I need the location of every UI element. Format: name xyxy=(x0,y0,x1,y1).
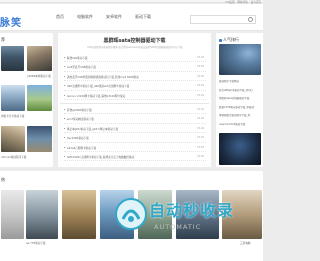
popular-item[interactable]: 联想x370网卡驱动下载_本驱动 xyxy=(219,105,263,114)
divider xyxy=(60,103,209,104)
popular-list: 驱动程序下载网站 新力a88gmp驱动下载_(中文) 黑群晖sata控制器驱动下… xyxy=(219,79,263,130)
list-item-date: 05-06 xyxy=(197,117,204,121)
flame-icon xyxy=(219,38,222,42)
bullet-icon xyxy=(64,85,65,87)
article-panel: 黑群晖sata控制器驱动下载 PCI标准管理卡驱动程序版本:适合所有window… xyxy=(58,33,211,167)
watermark-text: 自动秒收录 xyxy=(149,201,235,220)
popular-title: 人气排行 xyxy=(219,37,239,43)
popular-item[interactable]: inspiron1525驱动下载 xyxy=(219,122,263,131)
list-item[interactable]: sio6型蓝牙USB驱动下载 05-06 xyxy=(64,62,206,72)
popular-bottom-image[interactable] xyxy=(219,133,261,165)
list-item[interactable]: 笔记本gt5x驱动下载_g63-5笔记本驱动下载 05-06 xyxy=(64,124,206,134)
nav-pc-software[interactable]: 电脑软件 xyxy=(77,14,93,20)
watermark: 自动秒收录 AUTOMATIC xyxy=(114,193,263,240)
search-input[interactable] xyxy=(190,15,256,24)
main-nav: 首页 电脑软件 安卓软件 驱动下载 xyxy=(56,14,164,20)
site-header: 脉笑 首页 电脑软件 安卓软件 驱动下载 xyxy=(0,4,263,31)
bullet-icon xyxy=(64,75,65,77)
recommend-title: 荐 xyxy=(1,37,5,42)
article-title[interactable]: 黑群晖sata控制器驱动下载 xyxy=(58,37,211,44)
list-item-title[interactable]: hpc2280驱动下载 xyxy=(67,136,89,140)
top-bar: FUI设置 网站导航 设为首页 xyxy=(0,0,263,4)
list-item-title[interactable]: SMC1500n无线网卡驱动下载_联想北京汉王电脑触控驱动 xyxy=(67,155,134,159)
bullet-icon xyxy=(64,127,65,129)
popular-panel: 人气排行 驱动程序下载网站 新力a88gmp驱动下载_(中文) 黑群晖sata控… xyxy=(216,33,263,167)
gallery-caption[interactable]: 三星电脑 xyxy=(240,241,262,245)
list-item[interactable]: SMC1500n无线网卡驱动下载_联想北京汉王电脑触控驱动 05-06 xyxy=(64,152,206,162)
list-item-title[interactable]: 360无线网卡驱动下载_360随身wifi无线网卡驱动下载 xyxy=(67,84,129,88)
gallery-image[interactable] xyxy=(1,190,24,239)
list-item-date: 05-06 xyxy=(197,56,204,59)
list-item[interactable]: win7驱动精灵驱动下载 05-06 xyxy=(64,114,206,124)
bullet-icon xyxy=(64,155,65,157)
list-item-date: 05-06 xyxy=(197,93,204,97)
list-item-title[interactable]: 影驰gtx960驱动下载 xyxy=(67,108,92,112)
thumbnail-caption[interactable]: nforce3驱动程序下载 xyxy=(1,155,53,159)
thumbnail-image[interactable] xyxy=(27,85,52,111)
list-item-title[interactable]: 笔记本gt5x驱动下载_g63-5笔记本驱动下载 xyxy=(67,127,118,131)
bullet-icon xyxy=(64,94,65,96)
watermark-subtext: AUTOMATIC xyxy=(154,223,202,231)
article-list-top: 联想S40驱动下载 05-06 sio6型蓝牙USB驱动下载 05-06 通用蓝牙U… xyxy=(64,53,206,100)
search-icon[interactable] xyxy=(248,17,253,22)
list-item[interactable]: lenovo v3100网卡驱动下载_联想b3100网卡驱动 05-06 xyxy=(64,91,206,100)
list-item-title[interactable]: win7驱动精灵驱动下载 xyxy=(67,117,94,121)
article-description: PCI标准管理卡驱动程序版本:适合所有windows系统安装的SATA控制器驱动… xyxy=(87,46,183,49)
list-item-title[interactable]: lenovo v3100网卡驱动下载_联想b3100网卡驱动 xyxy=(67,94,125,98)
list-item-date: 05-06 xyxy=(197,65,204,69)
popular-item[interactable]: 新力a88gmp驱动下载_(中文) xyxy=(219,88,263,97)
list-item-title[interactable]: 通用蓝牙USB外置调制解调器驱动包下载_利用mp3 6699驱动 xyxy=(67,75,139,79)
thumbnail-image[interactable] xyxy=(1,126,25,152)
list-item-date: 05-06 xyxy=(197,126,204,130)
list-item-date: 05-06 xyxy=(197,74,204,78)
list-item-title[interactable]: b43a4万能网卡驱动下载 xyxy=(67,146,96,150)
nav-android-software[interactable]: 安卓软件 xyxy=(106,14,122,20)
popular-item[interactable]: 零零帧数合驱动程序下载_利 xyxy=(219,113,263,122)
list-item-date: 05-06 xyxy=(197,108,204,111)
list-item-date: 05-06 xyxy=(197,145,204,149)
list-item-title[interactable]: sio6型蓝牙USB驱动下载 xyxy=(67,65,96,69)
gallery-image[interactable] xyxy=(26,190,58,239)
nav-home[interactable]: 首页 xyxy=(56,14,64,20)
thumbnail-image[interactable] xyxy=(1,46,24,71)
popular-title-text: 人气排行 xyxy=(223,37,239,42)
gallery-caption[interactable]: ap-735驱动下载 xyxy=(26,241,60,245)
site-logo[interactable]: 脉笑 xyxy=(0,14,22,29)
thumbnail-caption[interactable]: y4868本地驱动下载 xyxy=(27,74,53,78)
bullet-icon xyxy=(64,137,65,139)
list-item-title[interactable]: 联想S40驱动下载 xyxy=(67,56,88,60)
thumbnail-caption[interactable]: 内驱卡光卡驱动下载 xyxy=(1,114,53,118)
popular-item[interactable]: 驱动程序下载网站 xyxy=(219,79,263,88)
list-item-date: 05-06 xyxy=(197,154,204,158)
list-item[interactable]: hpc2280驱动下载 05-06 xyxy=(64,133,206,143)
list-item[interactable]: 联想S40驱动下载 05-06 xyxy=(64,53,206,63)
gallery-image[interactable] xyxy=(62,190,96,239)
list-item[interactable]: 通用蓝牙USB外置调制解调器驱动包下载_利用mp3 6699驱动 05-06 xyxy=(64,72,206,82)
bullet-icon xyxy=(64,146,65,148)
list-item[interactable]: b43a4万能网卡驱动下载 05-06 xyxy=(64,143,206,152)
list-item[interactable]: 影驰gtx960驱动下载 05-06 xyxy=(64,105,206,115)
bullet-icon xyxy=(64,118,65,120)
article-list-bottom: 影驰gtx960驱动下载 05-06 win7驱动精灵驱动下载 05-06 笔记本g… xyxy=(64,105,206,162)
popular-item[interactable]: 黑群晖sata控制器驱动下载 xyxy=(219,96,263,105)
thumbnail-image[interactable] xyxy=(27,46,52,71)
watermark-logo-icon xyxy=(115,198,147,230)
bullet-icon xyxy=(64,66,65,68)
nav-driver-download[interactable]: 驱动下载 xyxy=(135,14,151,20)
list-item-date: 05-06 xyxy=(197,136,204,140)
bullet-icon xyxy=(64,109,65,110)
hot-title: 热 xyxy=(1,177,5,182)
list-item-date: 05-06 xyxy=(197,84,204,88)
popular-featured-image[interactable] xyxy=(219,44,261,75)
thumbnail-image[interactable] xyxy=(1,85,25,111)
list-item[interactable]: 360无线网卡驱动下载_360随身wifi无线网卡驱动下载 05-06 xyxy=(64,81,206,91)
thumbnail-image[interactable] xyxy=(27,126,52,152)
bullet-icon xyxy=(64,57,65,58)
recommend-panel: 荐 y4868本地驱动下载 内驱卡光卡驱动下载 nforce3驱动程序下载 xyxy=(0,33,53,167)
